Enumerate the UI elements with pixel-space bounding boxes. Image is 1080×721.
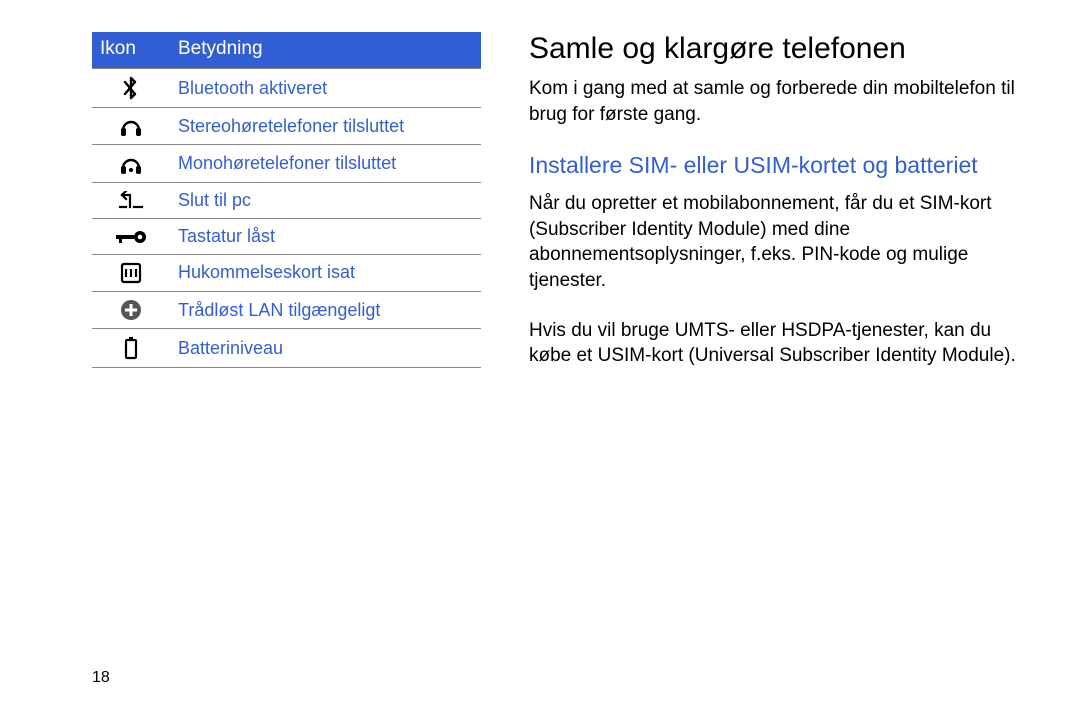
subsection-heading: Installere SIM- eller USIM-kortet og bat… [529, 151, 1024, 181]
mono-headphones-icon [119, 153, 143, 175]
memory-card-icon [120, 262, 142, 284]
stereo-headphones-icon [119, 115, 143, 137]
connect-pc-icon [118, 191, 144, 211]
battery-icon [123, 336, 139, 360]
table-cell-label: Trådløst LAN tilgængeligt [170, 292, 481, 329]
table-row: Hukommelseskort isat [92, 254, 481, 291]
table-cell-label: Hukommelseskort isat [170, 254, 481, 291]
table-row: Trådløst LAN tilgængeligt [92, 292, 481, 329]
page-number: 18 [92, 669, 110, 687]
table-cell-label: Monohøretelefoner tilsluttet [170, 145, 481, 182]
table-cell-label: Stereohøretelefoner tilsluttet [170, 108, 481, 145]
intro-paragraph: Kom i gang med at samle og forberede din… [529, 76, 1024, 127]
icon-meaning-table: Ikon Betydning Bluetooth aktiveret [92, 32, 481, 368]
table-row: Tastatur låst [92, 218, 481, 254]
table-header-meaning: Betydning [170, 32, 481, 69]
table-row: Slut til pc [92, 182, 481, 218]
table-row: Bluetooth aktiveret [92, 69, 481, 108]
table-cell-label: Batteriniveau [170, 329, 481, 368]
wifi-icon [120, 299, 142, 321]
table-cell-label: Slut til pc [170, 182, 481, 218]
body-paragraph-1: Når du opretter et mobilabonnement, får … [529, 191, 1024, 294]
bluetooth-icon [122, 76, 140, 100]
key-icon [116, 229, 146, 245]
body-paragraph-2: Hvis du vil bruge UMTS- eller HSDPA-tjen… [529, 318, 1024, 369]
table-cell-label: Tastatur låst [170, 218, 481, 254]
table-cell-label: Bluetooth aktiveret [170, 69, 481, 108]
table-header-icon: Ikon [92, 32, 170, 69]
section-heading: Samle og klargøre telefonen [529, 32, 1024, 66]
table-row: Monohøretelefoner tilsluttet [92, 145, 481, 182]
table-row: Stereohøretelefoner tilsluttet [92, 108, 481, 145]
table-row: Batteriniveau [92, 329, 481, 368]
